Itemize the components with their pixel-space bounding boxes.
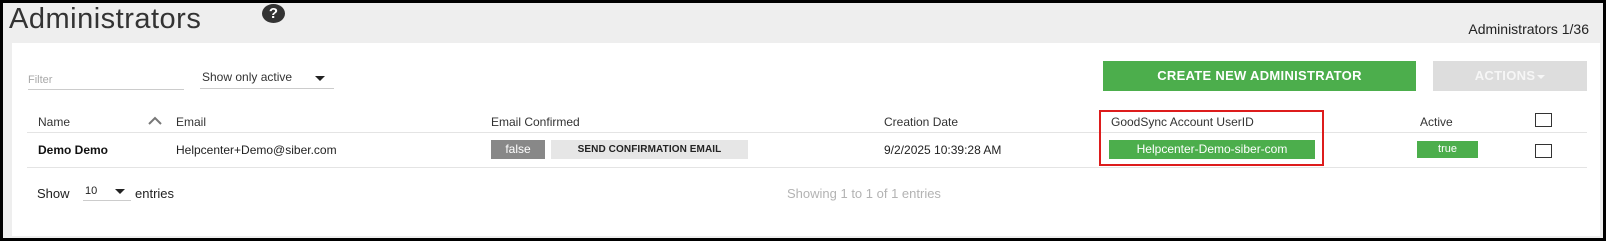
row-name: Demo Demo xyxy=(38,143,109,157)
status-filter-select[interactable]: Show only active xyxy=(200,68,334,89)
userid-badge: Helpcenter-Demo-siber-com xyxy=(1109,140,1315,159)
app-frame: Administrators ? Administrators 1/36 Sho… xyxy=(0,0,1606,241)
sort-ascending-icon[interactable] xyxy=(148,116,162,126)
chevron-down-icon xyxy=(315,76,325,81)
pagination-info: Showing 1 to 1 of 1 entries xyxy=(787,186,941,201)
page-size-select[interactable]: 10 xyxy=(83,185,131,201)
caret-down-icon xyxy=(1537,74,1546,79)
active-badge: true xyxy=(1417,141,1478,158)
row-divider xyxy=(27,167,1587,168)
column-header-creation-date[interactable]: Creation Date xyxy=(884,115,958,129)
administrators-panel: Show only active CREATE NEW ADMINISTRATO… xyxy=(12,43,1600,236)
entries-label: entries xyxy=(135,186,175,201)
create-administrator-button[interactable]: CREATE NEW ADMINISTRATOR xyxy=(1103,61,1416,91)
column-header-email[interactable]: Email xyxy=(176,115,206,129)
column-header-active[interactable]: Active xyxy=(1420,115,1453,129)
actions-label: ACTIONS xyxy=(1474,68,1536,83)
page-title: Administrators xyxy=(9,3,202,35)
header-divider xyxy=(27,132,1587,133)
status-filter-value: Show only active xyxy=(202,70,293,84)
chevron-down-icon xyxy=(115,189,125,194)
question-circle-icon[interactable]: ? xyxy=(262,4,285,23)
row-select-checkbox[interactable] xyxy=(1535,144,1552,158)
column-header-name[interactable]: Name xyxy=(38,115,70,129)
actions-button[interactable]: ACTIONS xyxy=(1433,61,1587,91)
filter-input[interactable] xyxy=(28,70,184,90)
admin-counter: Administrators 1/36 xyxy=(1468,21,1589,37)
show-label: Show xyxy=(37,186,70,201)
page-size-value: 10 xyxy=(85,185,98,197)
row-creation-date: 9/2/2025 10:39:28 AM xyxy=(884,143,1002,157)
row-email: Helpcenter+Demo@siber.com xyxy=(176,143,337,157)
send-confirmation-email-button[interactable]: SEND CONFIRMATION EMAIL xyxy=(551,140,748,159)
select-all-checkbox[interactable] xyxy=(1535,113,1552,127)
column-header-email-confirmed[interactable]: Email Confirmed xyxy=(491,115,580,129)
email-confirmed-badge: false xyxy=(491,140,545,159)
